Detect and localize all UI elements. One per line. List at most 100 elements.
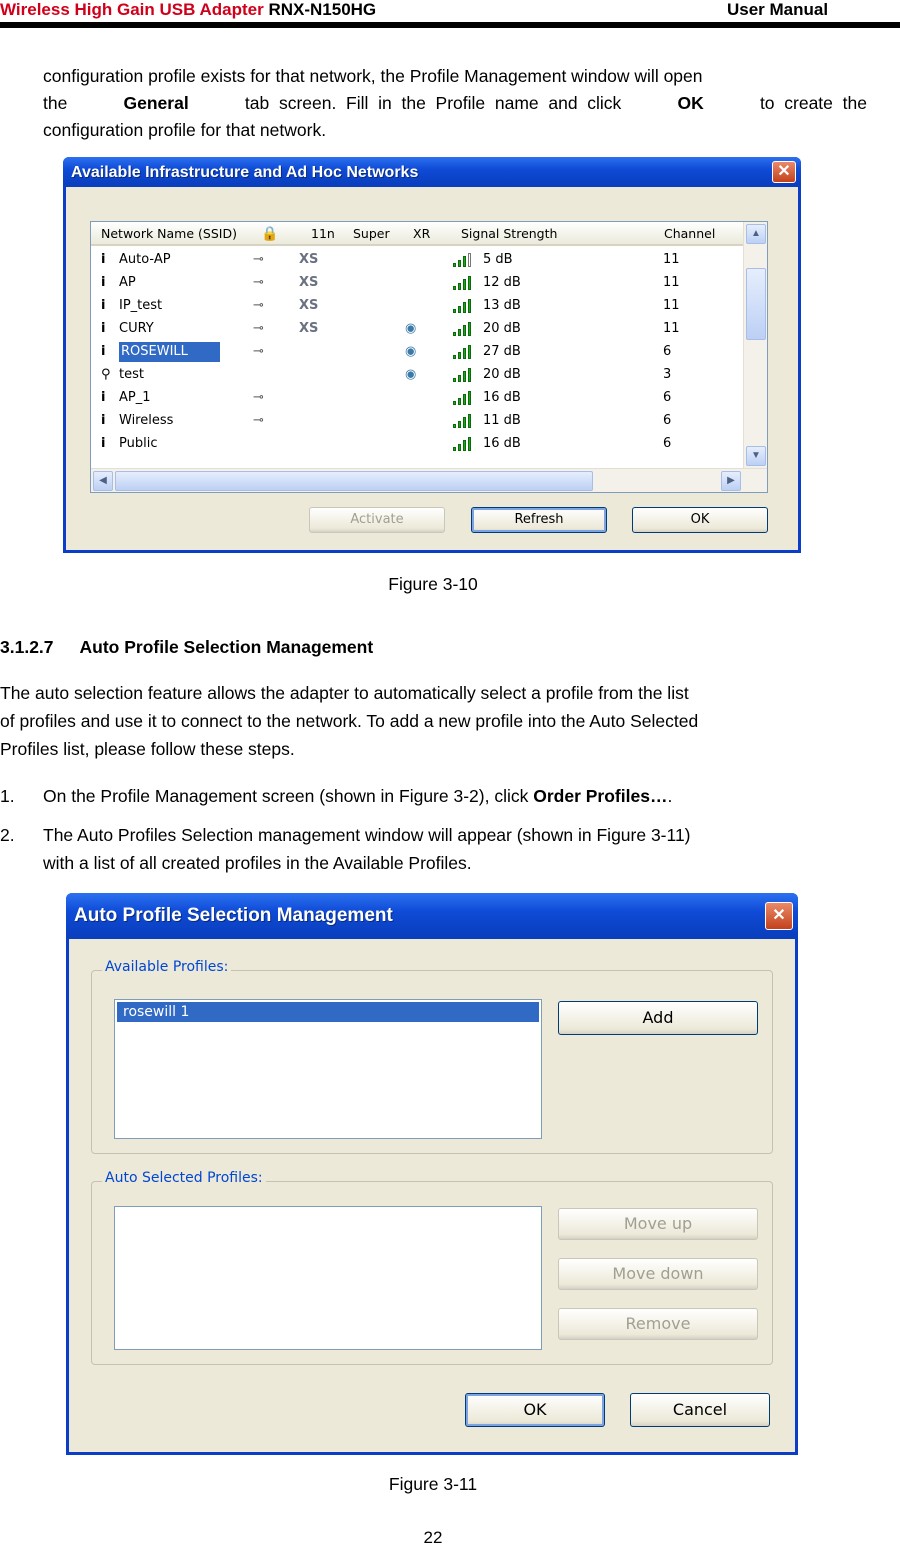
refresh-button[interactable]: Refresh xyxy=(471,507,607,533)
infrastructure-network-icon: i xyxy=(101,298,106,313)
channel-cell: 11 xyxy=(663,321,680,336)
infrastructure-network-icon: i xyxy=(101,252,106,267)
window-title: Auto Profile Selection Management xyxy=(66,893,798,939)
intro-line-2: the General tab screen. Fill in the Prof… xyxy=(43,93,867,113)
table-row[interactable]: ⚲ test ◉ 20 dB 3 xyxy=(91,364,743,386)
xs-cell: XS xyxy=(299,298,319,313)
close-button[interactable]: ✕ xyxy=(765,902,793,930)
column-11n[interactable]: 11n xyxy=(311,226,335,241)
column-xr[interactable]: XR xyxy=(413,226,430,241)
signal-bars-icon xyxy=(453,344,473,359)
figure-3-11-caption: Figure 3-11 xyxy=(388,1474,478,1494)
infrastructure-network-icon: i xyxy=(101,436,106,451)
window-body: Network Name (SSID) 🔒 11n Super XR Signa… xyxy=(66,187,798,550)
table-row[interactable]: i CURY ⊸ XS ◉ 20 dB 11 xyxy=(91,318,743,340)
step-1-number: 1. xyxy=(0,786,15,806)
key-icon: ⊸ xyxy=(253,413,264,428)
move-up-button[interactable]: Move up xyxy=(558,1208,758,1240)
key-icon: ⊸ xyxy=(253,252,264,267)
xs-cell: XS xyxy=(299,275,319,290)
table-row[interactable]: i Public 16 dB 6 xyxy=(91,433,743,455)
intro-line-3: configuration profile for that network. xyxy=(43,120,327,140)
manual-label: User Manual xyxy=(727,0,829,19)
signal-cell: 27 dB xyxy=(483,344,521,359)
remove-button[interactable]: Remove xyxy=(558,1308,758,1340)
table-row[interactable]: i AP ⊸ XS 12 dB 11 xyxy=(91,272,743,294)
auto-selected-profiles-list[interactable] xyxy=(114,1206,542,1350)
xs-cell: XS xyxy=(299,321,319,336)
infrastructure-network-icon: i xyxy=(101,344,106,359)
available-networks-window: Available Infrastructure and Ad Hoc Netw… xyxy=(63,157,801,553)
signal-bars-icon xyxy=(453,413,473,428)
signal-bars-icon xyxy=(453,321,473,336)
page-number: 22 xyxy=(423,1528,443,1547)
ok-button[interactable]: OK xyxy=(465,1393,605,1427)
signal-cell: 11 dB xyxy=(483,413,521,428)
xs-cell: XS xyxy=(299,252,319,267)
section-body-1: The auto selection feature allows the ad… xyxy=(0,683,689,703)
column-super[interactable]: Super xyxy=(353,226,390,241)
vertical-scrollbar[interactable]: ▲ ▼ xyxy=(743,222,767,470)
signal-bars-icon xyxy=(453,275,473,290)
scroll-right-icon[interactable]: ▶ xyxy=(721,471,741,491)
column-signal[interactable]: Signal Strength xyxy=(461,226,557,241)
intro-line-1: configuration profile exists for that ne… xyxy=(43,66,703,86)
column-ssid[interactable]: Network Name (SSID) xyxy=(101,226,237,241)
step-2-line-2: with a list of all created profiles in t… xyxy=(43,853,472,873)
ssid-cell: AP xyxy=(119,275,136,290)
step-1-text: On the Profile Management screen (shown … xyxy=(43,786,673,806)
activate-button[interactable]: Activate xyxy=(309,507,445,533)
scroll-down-icon[interactable]: ▼ xyxy=(746,446,766,466)
ssid-cell: IP_test xyxy=(119,298,163,313)
xr-icon: ◉ xyxy=(405,344,417,359)
ssid-cell: Public xyxy=(119,436,158,451)
infrastructure-network-icon: i xyxy=(101,275,106,290)
adhoc-network-icon: ⚲ xyxy=(101,367,111,382)
close-button[interactable]: ✕ xyxy=(772,161,796,183)
lock-column-icon[interactable]: 🔒 xyxy=(261,226,278,242)
section-body-3: Profiles list, please follow these steps… xyxy=(0,739,295,759)
page-header: Wireless High Gain USB Adapter RNX-N150H… xyxy=(0,0,900,24)
table-row[interactable]: i Wireless ⊸ 11 dB 6 xyxy=(91,410,743,432)
scroll-up-icon[interactable]: ▲ xyxy=(746,224,766,244)
window-title: Available Infrastructure and Ad Hoc Netw… xyxy=(63,157,801,187)
scroll-left-icon[interactable]: ◀ xyxy=(93,471,113,491)
hscroll-thumb[interactable] xyxy=(115,471,593,491)
available-profiles-group: Available Profiles: rosewill 1 Add xyxy=(91,959,773,1154)
signal-cell: 20 dB xyxy=(483,367,521,382)
move-down-button[interactable]: Move down xyxy=(558,1258,758,1290)
infrastructure-network-icon: i xyxy=(101,321,106,336)
xr-icon: ◉ xyxy=(405,367,417,382)
ssid-cell: ROSEWILL xyxy=(119,342,220,362)
ssid-cell: AP_1 xyxy=(119,390,151,405)
table-row[interactable]: i IP_test ⊸ XS 13 dB 11 xyxy=(91,295,743,317)
infrastructure-network-icon: i xyxy=(101,390,106,405)
network-list[interactable]: Network Name (SSID) 🔒 11n Super XR Signa… xyxy=(90,221,768,493)
signal-cell: 12 dB xyxy=(483,275,521,290)
horizontal-scrollbar[interactable]: ◀ ▶ xyxy=(91,468,767,492)
available-profiles-list[interactable]: rosewill 1 xyxy=(114,999,542,1139)
list-item[interactable]: rosewill 1 xyxy=(117,1002,539,1022)
ssid-cell: Wireless xyxy=(119,413,174,428)
product-name: Wireless High Gain USB Adapter RNX-N150H… xyxy=(0,0,377,19)
ok-button[interactable]: OK xyxy=(632,507,768,533)
step-2-number: 2. xyxy=(0,825,15,845)
table-row[interactable]: i ROSEWILL ⊸ ◉ 27 dB 6 xyxy=(91,341,743,363)
xr-icon: ◉ xyxy=(405,321,417,336)
add-button[interactable]: Add xyxy=(558,1001,758,1035)
column-channel[interactable]: Channel xyxy=(664,226,715,241)
section-heading: 3.1.2.7 Auto Profile Selection Management xyxy=(0,637,374,657)
channel-cell: 6 xyxy=(663,390,672,405)
list-header: Network Name (SSID) 🔒 11n Super XR Signa… xyxy=(91,222,743,246)
signal-cell: 16 dB xyxy=(483,436,521,451)
signal-cell: 13 dB xyxy=(483,298,521,313)
signal-cell: 5 dB xyxy=(483,252,513,267)
ssid-cell: test xyxy=(119,367,144,382)
table-row[interactable]: i Auto-AP ⊸ XS 5 dB 11 xyxy=(91,249,743,271)
cancel-button[interactable]: Cancel xyxy=(630,1393,770,1427)
step-2-line-1: The Auto Profiles Selection management w… xyxy=(43,825,691,845)
scroll-thumb[interactable] xyxy=(746,268,766,340)
table-row[interactable]: i AP_1 ⊸ 16 dB 6 xyxy=(91,387,743,409)
figure-3-10-caption: Figure 3-10 xyxy=(388,574,478,594)
channel-cell: 6 xyxy=(663,436,672,451)
